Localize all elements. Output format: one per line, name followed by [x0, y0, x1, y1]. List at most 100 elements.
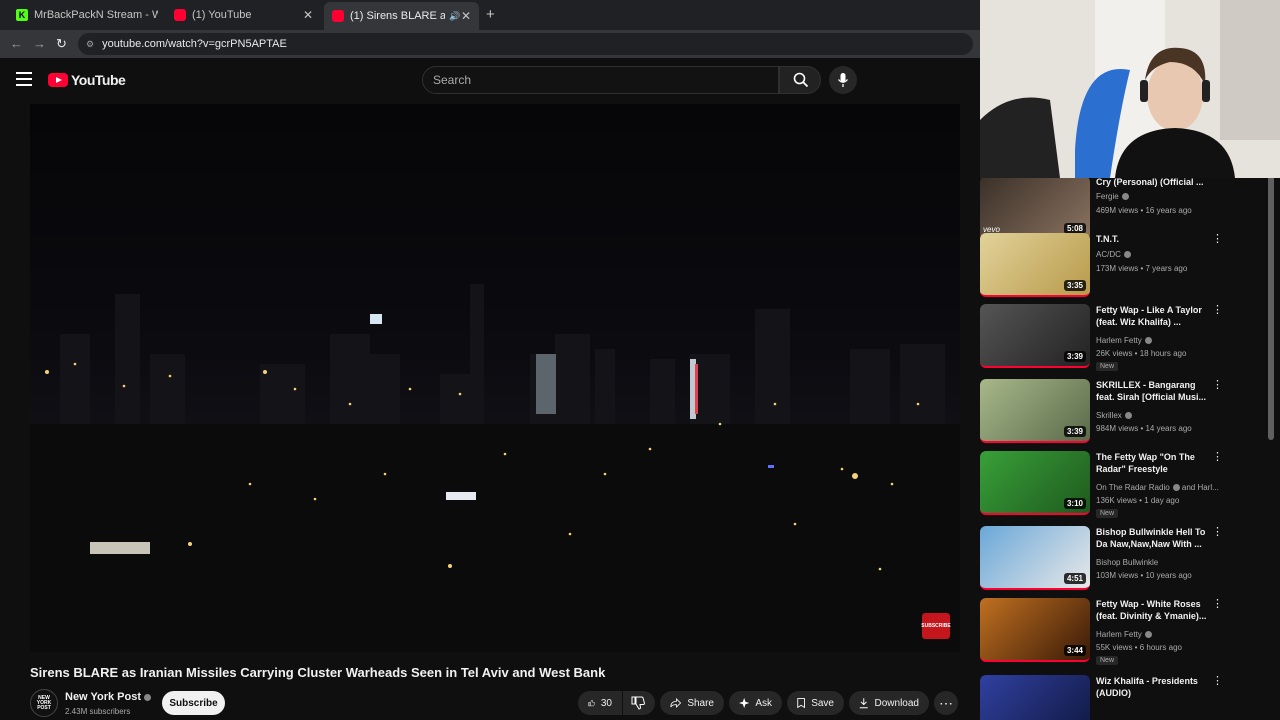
search-input[interactable]: Search	[422, 66, 779, 94]
video-thumbnail[interactable]	[980, 675, 1090, 720]
new-badge: New	[1096, 656, 1119, 665]
tab-mrbackpackn-stream[interactable]: K MrBackPackN Stream - Wa 🔇 ✕	[8, 4, 158, 26]
recommendation-item[interactable]: 3:39 Fetty Wap - Like A Taylor (feat. Wi…	[980, 304, 1240, 371]
recommendation-item[interactable]: 3:44 Fetty Wap - White Roses (feat. Divi…	[980, 598, 1240, 665]
recommendation-channel: On The Radar Radio and Harl...	[1096, 483, 1219, 492]
subscribe-button[interactable]: Subscribe	[162, 691, 225, 715]
verified-icon	[1123, 251, 1131, 259]
youtube-play-icon	[48, 73, 68, 87]
tab-label: (1) Sirens BLARE as Iranian	[350, 10, 445, 22]
duration-badge: 4:51	[1063, 573, 1086, 584]
recommendation-meta: 136K views • 1 day ago	[1096, 496, 1180, 505]
recommendation-meta: 173M views • 7 years ago	[1096, 264, 1188, 273]
search-button[interactable]	[779, 66, 821, 94]
verified-icon	[144, 693, 152, 701]
verified-icon	[1144, 337, 1152, 345]
more-options-icon[interactable]: ⋮	[1212, 676, 1223, 687]
more-options-icon[interactable]: ⋮	[1212, 305, 1223, 316]
dislike-button[interactable]	[623, 691, 655, 715]
share-button[interactable]: Share	[660, 691, 724, 715]
recommendation-title: The Fetty Wap "On The Radar" Freestyle	[1096, 452, 1195, 474]
video-thumbnail[interactable]: 3:39	[980, 379, 1090, 443]
tab-youtube-home[interactable]: (1) YouTube ✕	[166, 4, 321, 26]
reload-icon[interactable]: ↻	[56, 36, 67, 52]
close-tab-icon[interactable]: ✕	[461, 9, 471, 23]
tab-sirens-video[interactable]: (1) Sirens BLARE as Iranian 🔊 ✕	[324, 2, 479, 30]
recommendation-item[interactable]: 4:51 Bishop Bullwinkle Hell To Da Naw,Na…	[980, 526, 1240, 592]
save-button[interactable]: Save	[787, 691, 844, 715]
recommendation-title: Bishop Bullwinkle Hell To Da Naw,Naw,Naw…	[1096, 527, 1206, 549]
recommendation-channel: Skrillex	[1096, 411, 1132, 420]
subscriber-count: 2.43M subscribers	[65, 707, 131, 716]
video-thumbnail[interactable]: 4:51	[980, 526, 1090, 590]
recommendation-item[interactable]: Wiz Khalifa - Presidents (AUDIO) ⋮	[980, 675, 1240, 720]
site-info-icon[interactable]: ⚙	[86, 39, 94, 50]
thumbs-up-icon	[588, 699, 595, 707]
recommendation-item[interactable]: 3:35 T.N.T. AC/DC 173M views • 7 years a…	[980, 233, 1240, 299]
back-icon[interactable]: ←	[10, 36, 23, 51]
recommendation-item[interactable]: 3:39 SKRILLEX - Bangarang feat. Sirah [O…	[980, 379, 1240, 445]
video-player[interactable]: SUBSCRIBE	[30, 104, 960, 652]
like-count: 30	[600, 697, 612, 709]
night-city-skyline	[30, 284, 960, 652]
logo-text: YouTube	[71, 72, 126, 88]
video-thumbnail[interactable]: 3:10	[980, 451, 1090, 515]
share-label: Share	[687, 697, 714, 709]
channel-name-text: New York Post	[65, 691, 142, 703]
more-options-icon[interactable]: ⋮	[1212, 527, 1223, 538]
video-thumbnail[interactable]: 3:44	[980, 598, 1090, 662]
more-actions-button[interactable]: ⋯	[934, 691, 958, 715]
search-icon	[793, 72, 809, 88]
microphone-icon	[837, 73, 849, 87]
duration-badge: 3:39	[1063, 426, 1086, 437]
video-title: Sirens BLARE as Iranian Missiles Carryin…	[30, 665, 606, 680]
ask-label: Ask	[755, 697, 772, 709]
webcam-overlay	[980, 0, 1280, 178]
recommendation-item[interactable]: 3:10 The Fetty Wap "On The Radar" Freest…	[980, 451, 1240, 518]
recommendation-channel: Fergie	[1096, 192, 1129, 201]
audio-playing-icon[interactable]: 🔊	[449, 11, 460, 22]
hamburger-menu-icon[interactable]	[16, 72, 32, 86]
close-tab-icon[interactable]: ✕	[303, 8, 313, 22]
video-thumbnail[interactable]: 3:39	[980, 304, 1090, 368]
forward-icon[interactable]: →	[33, 36, 46, 51]
kick-icon: K	[16, 9, 28, 21]
video-thumbnail[interactable]: 3:35	[980, 233, 1090, 297]
tab-label: MrBackPackN Stream - Wa	[34, 9, 158, 21]
like-button[interactable]: 30	[578, 691, 622, 715]
recommendation-meta: 469M views • 16 years ago	[1096, 206, 1192, 215]
recommendation-channel: Harlem Fetty	[1096, 336, 1152, 345]
webcam-person-image	[980, 0, 1280, 178]
youtube-masthead: YouTube Search	[0, 58, 980, 104]
recommendation-title: SKRILLEX - Bangarang feat. Sirah [Offici…	[1096, 380, 1207, 402]
more-options-icon[interactable]: ⋮	[1212, 234, 1223, 245]
recommendation-channel: Harlem Fetty	[1096, 630, 1152, 639]
more-options-icon[interactable]: ⋮	[1212, 380, 1223, 391]
url-field[interactable]: ⚙ youtube.com/watch?v=gcrPN5APTAE	[78, 33, 973, 55]
ask-button[interactable]: Ask	[729, 691, 782, 715]
subscribe-watermark-button[interactable]: SUBSCRIBE	[921, 613, 951, 639]
more-options-icon[interactable]: ⋮	[1212, 599, 1223, 610]
recommendation-channel: Bishop Bullwinkle	[1096, 558, 1159, 567]
recommendation-meta: 103M views • 10 years ago	[1096, 571, 1192, 580]
channel-name[interactable]: New York Post	[65, 691, 152, 703]
new-badge: New	[1096, 509, 1119, 518]
bookmark-icon	[797, 698, 805, 709]
verified-icon	[1172, 484, 1180, 492]
recommendation-channel: AC/DC	[1096, 250, 1131, 259]
share-icon	[670, 697, 682, 709]
recommendation-meta: 26K views • 18 hours ago	[1096, 349, 1187, 358]
recommendation-meta: 55K views • 6 hours ago	[1096, 643, 1182, 652]
browser-toolbar: ← → ↻ ⚙ youtube.com/watch?v=gcrPN5APTAE	[0, 30, 980, 58]
download-icon	[859, 698, 868, 709]
new-tab-icon[interactable]: +	[486, 6, 495, 23]
youtube-logo[interactable]: YouTube	[48, 72, 126, 88]
duration-badge: 3:35	[1063, 280, 1086, 291]
video-thumbnail[interactable]: vevo 5:08	[980, 176, 1090, 240]
duration-badge: 3:44	[1063, 645, 1086, 656]
download-button[interactable]: Download	[849, 691, 929, 715]
more-options-icon[interactable]: ⋮	[1212, 452, 1223, 463]
channel-avatar[interactable]: NEW YORK POST	[30, 689, 58, 717]
verified-icon	[1144, 631, 1152, 639]
voice-search-button[interactable]	[829, 66, 857, 94]
